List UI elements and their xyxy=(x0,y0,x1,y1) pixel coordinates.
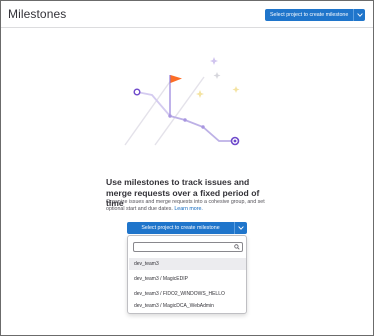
select-project-button[interactable]: Select project to create milestone xyxy=(265,9,355,21)
select-project-toggle[interactable] xyxy=(354,9,365,21)
milestone-node xyxy=(183,118,187,122)
project-option[interactable]: dev_team3 xyxy=(129,258,246,270)
milestone-illustration xyxy=(124,57,240,146)
guide-line xyxy=(124,75,175,146)
learn-more-link[interactable]: Learn more. xyxy=(174,206,203,212)
page-header: Milestones Select project to create mile… xyxy=(1,1,373,28)
create-milestone-button[interactable]: Select project to create milestone xyxy=(127,222,235,234)
sparkle-icon xyxy=(213,72,221,79)
guide-line xyxy=(154,76,205,146)
milestone-start-node xyxy=(133,88,141,96)
project-option[interactable]: dev_team3 / FIDO2_WINDOWS_HELLO xyxy=(129,288,246,300)
chevron-down-icon xyxy=(356,13,363,17)
milestone-node xyxy=(168,114,172,118)
project-option[interactable]: dev_team3 / MagicDCA_WebAdmin xyxy=(129,300,246,312)
project-search xyxy=(133,242,243,252)
flag-icon xyxy=(170,75,182,83)
project-dropdown-menu: dev_team3 dev_team3 / MagicEDIP dev_team… xyxy=(127,235,247,314)
project-search-input[interactable] xyxy=(136,243,232,251)
chevron-down-icon xyxy=(238,226,244,230)
sparkle-icon xyxy=(196,86,240,98)
search-icon xyxy=(234,244,240,250)
milestone-node xyxy=(201,125,205,129)
new-milestone-split-button: Select project to create milestone xyxy=(265,9,365,21)
page-title: Milestones xyxy=(8,7,67,21)
sparkle-icon xyxy=(210,57,218,65)
create-milestone-split-button: Select project to create milestone xyxy=(127,222,247,234)
empty-state-description: Organize issues and merge requests into … xyxy=(106,199,271,213)
project-option[interactable]: dev_team3 / MagicEDIP xyxy=(129,273,246,285)
milestone-end-dot xyxy=(233,139,237,143)
create-milestone-toggle[interactable] xyxy=(235,222,247,234)
